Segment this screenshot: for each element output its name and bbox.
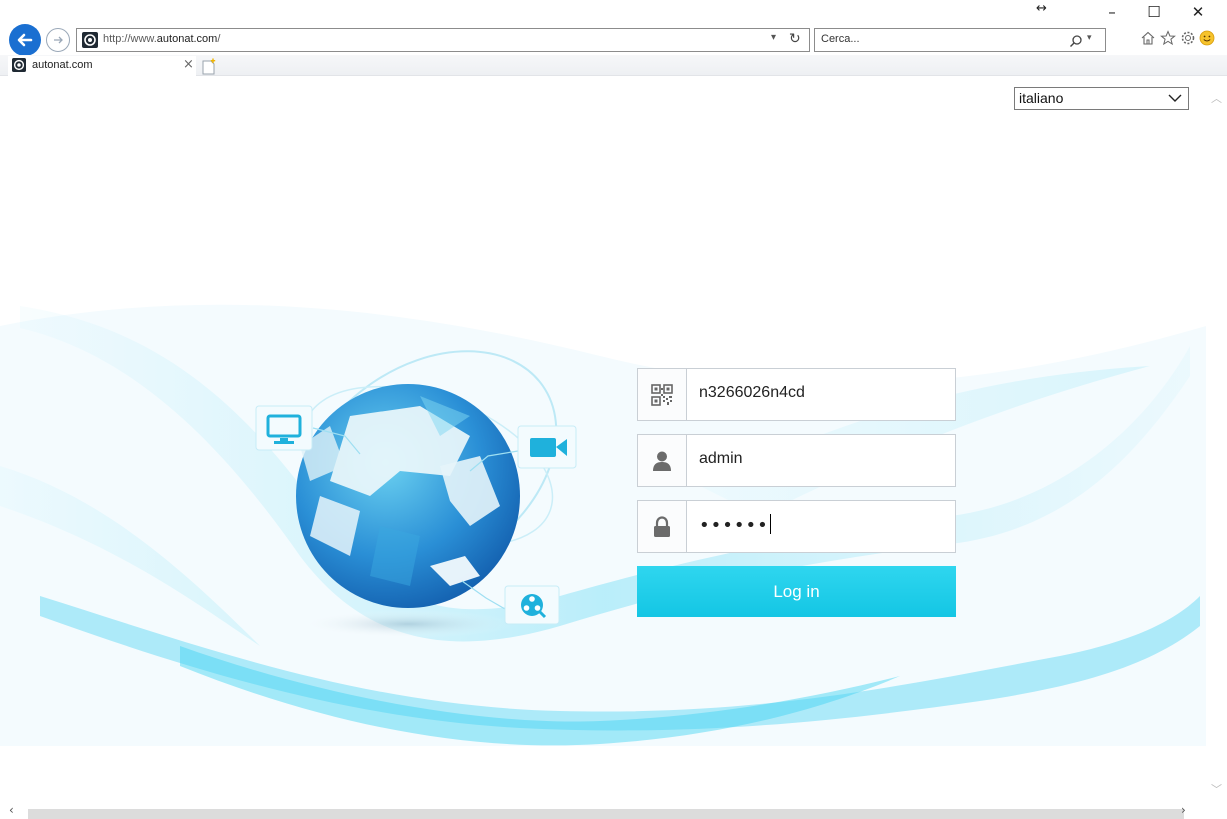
horizontal-scroll-thumb[interactable]: [28, 809, 1184, 819]
page-content: italiano n3266026n4cd admin •••••• Log i…: [0, 76, 1206, 806]
tab-title: autonat.com: [32, 59, 93, 71]
lock-icon: [638, 501, 687, 552]
new-tab-button[interactable]: [198, 56, 220, 76]
address-bar[interactable]: http://www.autonat.com/ ▾ ↻: [76, 28, 810, 52]
user-icon: [638, 435, 687, 486]
hero-background: [0, 266, 1206, 766]
text-caret: [769, 514, 771, 534]
device-id-input[interactable]: n3266026n4cd: [699, 384, 805, 402]
browser-chrome: ↔ – ☐ ✕ http://www.autonat.com/ ▾ ↻ Cerc…: [0, 0, 1227, 76]
address-dropdown-icon[interactable]: ▾: [771, 32, 776, 43]
chevron-down-icon: [1168, 94, 1182, 102]
new-tab-icon: [202, 58, 216, 74]
scroll-right-icon[interactable]: ›: [1181, 803, 1186, 817]
forward-arrow-icon: [54, 36, 63, 44]
horizontal-scrollbar[interactable]: ‹ ›: [0, 803, 1227, 819]
maximize-button[interactable]: ☐: [1139, 2, 1169, 22]
monitor-icon: [255, 405, 313, 451]
url-text[interactable]: http://www.autonat.com/: [103, 33, 220, 45]
login-form: n3266026n4cd admin •••••• Log in: [637, 368, 956, 617]
site-favicon-icon: [82, 32, 98, 48]
scroll-left-icon[interactable]: ‹: [9, 803, 14, 817]
forward-button[interactable]: [46, 28, 70, 52]
search-input[interactable]: Cerca...: [821, 33, 860, 45]
language-select[interactable]: italiano: [1014, 87, 1189, 110]
globe-illustration: [296, 384, 520, 608]
url-suffix: /: [217, 33, 221, 45]
search-dropdown-icon[interactable]: ▾: [1087, 33, 1092, 43]
back-button[interactable]: [9, 24, 41, 56]
browser-window: ↔ – ☐ ✕ http://www.autonat.com/ ▾ ↻ Cerc…: [0, 0, 1227, 819]
close-button[interactable]: ✕: [1183, 2, 1213, 22]
qr-code-icon: [638, 369, 687, 420]
vertical-scrollbar[interactable]: ︿ ﹀: [1206, 76, 1227, 806]
password-mask: ••••••: [699, 515, 769, 536]
gear-icon[interactable]: [1178, 28, 1198, 48]
back-arrow-icon: [17, 33, 33, 47]
film-reel-icon: [504, 585, 560, 625]
url-domain: autonat.com: [156, 33, 218, 45]
smiley-feedback-icon[interactable]: [1197, 28, 1217, 48]
language-select-value: italiano: [1019, 90, 1064, 106]
search-box[interactable]: Cerca... ▾: [814, 28, 1106, 52]
tab-close-icon[interactable]: ×: [183, 57, 194, 72]
url-prefix: http://www.: [103, 33, 157, 45]
video-camera-icon: [517, 425, 577, 469]
tab-autonat[interactable]: autonat.com ×: [8, 56, 196, 76]
favorites-star-icon[interactable]: [1158, 28, 1178, 48]
tab-favicon-icon: [12, 58, 26, 72]
resize-icon[interactable]: ↔: [1036, 1, 1047, 16]
refresh-icon[interactable]: ↻: [789, 31, 801, 47]
device-id-field[interactable]: n3266026n4cd: [637, 368, 956, 421]
home-icon[interactable]: [1138, 28, 1158, 48]
password-input[interactable]: ••••••: [699, 514, 771, 536]
login-button[interactable]: Log in: [637, 566, 956, 617]
minimize-button[interactable]: –: [1097, 2, 1127, 22]
scroll-up-icon[interactable]: ︿: [1211, 90, 1222, 106]
username-input[interactable]: admin: [699, 450, 743, 468]
scroll-down-icon[interactable]: ﹀: [1211, 781, 1222, 797]
password-field[interactable]: ••••••: [637, 500, 956, 553]
username-field[interactable]: admin: [637, 434, 956, 487]
search-icon[interactable]: [1069, 34, 1083, 48]
